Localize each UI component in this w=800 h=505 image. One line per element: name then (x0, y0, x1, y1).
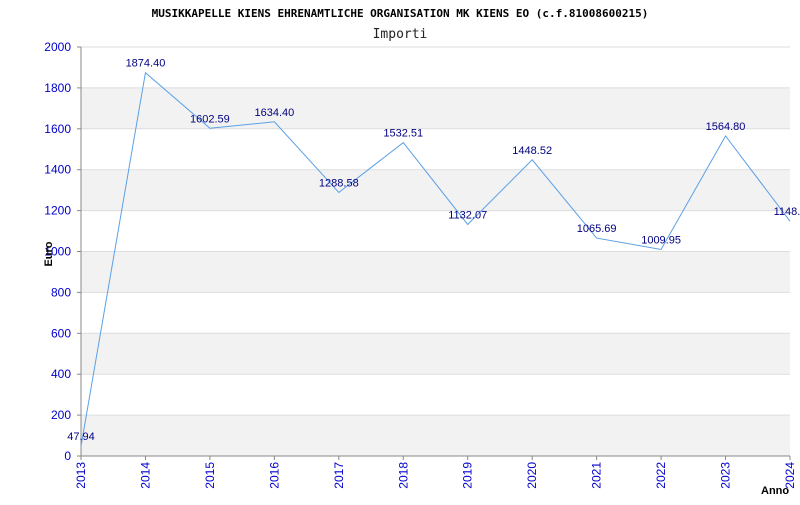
data-label: 1448.52 (512, 145, 552, 157)
data-label: 1009.95 (641, 234, 681, 246)
y-tick-label: 0 (64, 449, 71, 463)
x-tick-label: 2014 (138, 462, 152, 489)
x-tick-label: 2017 (332, 462, 346, 489)
data-label: 1602.59 (190, 113, 230, 125)
chart: MUSIKKAPELLE KIENS EHRENAMTLICHE ORGANIS… (0, 0, 800, 500)
line-chart: MUSIKKAPELLE KIENS EHRENAMTLICHE ORGANIS… (43, 7, 800, 497)
data-label: 1288.58 (319, 177, 359, 189)
y-tick-label: 1600 (44, 122, 71, 136)
y-tick-label: 400 (51, 367, 71, 381)
data-label: 1065.69 (577, 223, 617, 235)
y-tick-label: 1400 (44, 163, 71, 177)
grid-band (81, 169, 790, 211)
grid-band (81, 251, 790, 293)
y-tick-label: 600 (51, 326, 71, 340)
x-tick-label: 2013 (74, 462, 88, 489)
y-tick-label: 2000 (44, 40, 71, 54)
data-label: 47.94 (67, 431, 95, 443)
x-tick-label: 2015 (203, 462, 217, 489)
plot-bands (81, 87, 790, 456)
x-tick-label: 2019 (461, 462, 475, 489)
y-tick-label: 800 (51, 285, 71, 299)
data-label: 1132.07 (448, 209, 487, 221)
data-label: 1532.51 (383, 128, 423, 140)
data-label: 1564.80 (706, 121, 746, 133)
x-tick-label: 2021 (590, 462, 604, 489)
data-label: 1634.40 (254, 107, 294, 119)
grid-band (81, 333, 790, 375)
x-tick-label: 2023 (719, 462, 733, 489)
y-tick-label: 200 (51, 408, 71, 422)
x-tick-label: 2016 (267, 462, 281, 489)
x-axis-title: Anno (761, 485, 789, 497)
x-tick-label: 2020 (525, 462, 539, 489)
data-label: 1874.40 (126, 58, 166, 70)
chart-title: MUSIKKAPELLE KIENS EHRENAMTLICHE ORGANIS… (152, 7, 649, 20)
x-tick-label: 2022 (654, 462, 668, 489)
chart-subtitle: Importi (373, 27, 428, 42)
y-axis-title: Euro (43, 241, 55, 266)
data-label: 1148.3 (774, 206, 800, 218)
grid-band (81, 415, 790, 456)
y-tick-label: 1800 (44, 81, 71, 95)
y-tick-label: 1200 (44, 204, 71, 218)
x-tick-label: 2018 (396, 462, 410, 489)
